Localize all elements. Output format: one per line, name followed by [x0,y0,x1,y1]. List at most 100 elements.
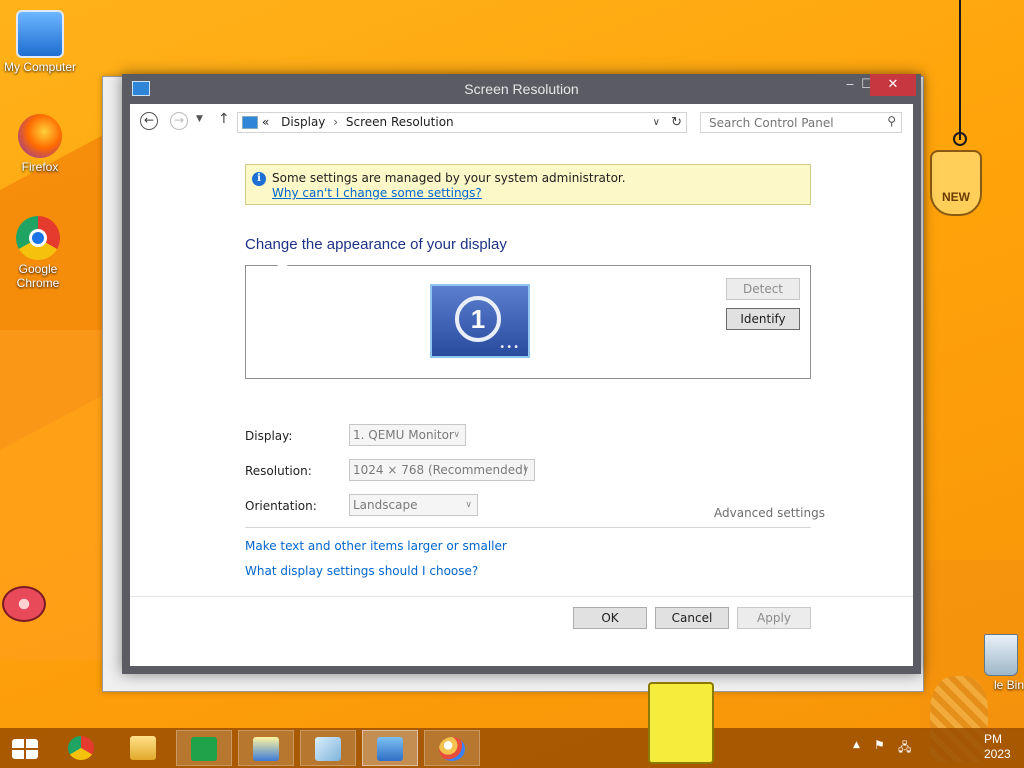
refresh-icon: ↻ [671,115,682,130]
firefox-icon [18,114,62,158]
chrome-icon [16,216,60,260]
taskbar-app-3[interactable] [300,730,356,766]
display-label: Display: [245,429,293,443]
windows-logo-icon [12,739,38,759]
address-history-dropdown[interactable]: ∨ [653,113,660,132]
breadcrumb-display[interactable]: Display [281,115,325,129]
folder-icon [130,736,156,760]
monitor-arrangement-area: 1 ••• Detect Identify [245,265,811,379]
recent-pages-dropdown[interactable]: ▼ [196,114,203,124]
desktop-icon-label: My Computer [3,60,77,74]
window-title: Screen Resolution [464,81,579,97]
desktop-icon-label: Google Chrome [16,262,60,290]
desktop-icon-label: Firefox [21,160,59,174]
clock[interactable]: PM 2023 [984,732,1011,762]
chevron-down-icon: ▼ [196,114,203,124]
app-icon [315,737,341,761]
chevron-down-icon: ∨ [465,500,472,510]
desktop-icon-label: le Bin [993,678,1024,692]
computer-icon [16,10,64,58]
desktop-icon-google-chrome[interactable]: Google Chrome [0,216,80,290]
address-bar[interactable]: « Display › Screen Resolution ∨ ↻ [237,112,687,133]
control-panel-icon [242,116,258,129]
page-title: Change the appearance of your display [245,236,507,253]
cancel-button[interactable]: Cancel [655,607,729,629]
show-hidden-icons-button[interactable]: ▲ [853,740,860,750]
clock-time: PM [984,732,1002,746]
identify-button[interactable]: Identify [726,308,800,330]
taskbar-store[interactable] [176,730,232,766]
spongebob-sticker-icon [648,682,714,764]
info-icon: i [252,172,266,186]
apply-button[interactable]: Apply [737,607,811,629]
breadcrumb-screen-resolution[interactable]: Screen Resolution [346,115,454,129]
window-content: ← → ▼ ↑ « Display › Screen Resolution ∨ … [130,104,913,666]
monitor-dots: ••• [499,342,520,353]
search-input[interactable] [707,115,881,131]
resolution-select[interactable]: 1024 × 768 (Recommended) ∨ [349,459,535,481]
search-icon[interactable]: ⚲ [887,114,896,128]
close-icon: ✕ [887,77,899,92]
chevron-down-icon: ∨ [522,465,529,475]
advanced-settings-link[interactable]: Advanced settings [714,506,825,520]
desktop-icon-my-computer[interactable]: My Computer [0,10,82,74]
resolution-label: Resolution: [245,464,312,478]
hanging-string [959,0,961,140]
start-button[interactable] [0,730,50,766]
admin-info-bar: i Some settings are managed by your syst… [245,164,811,205]
footer-divider [130,596,913,597]
hanging-ring [953,132,967,146]
action-center-flag-icon[interactable]: ⚑ [874,738,885,752]
taskbar-screen-resolution[interactable] [362,730,418,766]
section-divider [245,527,811,528]
resolution-select-value: 1024 × 768 (Recommended) [353,463,528,477]
paint-icon [439,737,465,761]
taskbar: ▲ ⚑ 🖧 PM 2023 [0,728,1024,768]
taskbar-paint[interactable] [424,730,480,766]
snail-sticker-icon [0,572,46,624]
orientation-label: Orientation: [245,499,317,513]
chevron-down-icon: ∨ [652,117,660,128]
store-icon [191,737,217,761]
app-icon [253,737,279,761]
chevron-down-icon: ∨ [453,430,460,440]
arrow-up-icon: ↑ [218,111,230,127]
arrow-right-icon: → [173,113,185,127]
display-select-value: 1. QEMU Monitor [353,428,454,442]
orientation-select[interactable]: Landscape ∨ [349,494,478,516]
back-button[interactable]: ← [140,112,158,130]
orientation-select-value: Landscape [353,498,418,512]
new-tag-text: NEW [942,190,970,204]
breadcrumb-separator: › [333,115,339,129]
taskbar-file-explorer[interactable] [116,730,172,766]
display-help-link[interactable]: What display settings should I choose? [245,564,478,578]
navigation-bar: ← → ▼ ↑ « Display › Screen Resolution ∨ … [130,104,913,140]
breadcrumb-overflow[interactable]: « [262,115,269,129]
close-button[interactable]: ✕ [870,74,916,96]
display-select[interactable]: 1. QEMU Monitor ∨ [349,424,466,446]
network-icon[interactable]: 🖧 [898,738,911,759]
title-bar[interactable]: Screen Resolution ‒ ☐ ✕ [122,74,921,104]
refresh-button[interactable]: ↻ [671,113,682,132]
detect-button[interactable]: Detect [726,278,800,300]
info-help-link[interactable]: Why can't I change some settings? [272,186,482,200]
display-settings-icon [377,737,403,761]
search-box[interactable]: ⚲ [700,112,902,133]
forward-button[interactable]: → [170,112,188,130]
ok-button[interactable]: OK [573,607,647,629]
monitor-1-icon[interactable]: 1 ••• [430,284,530,358]
desktop-icon-firefox[interactable]: Firefox [0,114,82,174]
new-tag-widget: NEW [930,150,982,216]
taskbar-app-2[interactable] [238,730,294,766]
recycle-bin-icon [984,634,1018,676]
chrome-icon [68,736,94,760]
monitor-number: 1 [455,296,501,342]
clock-date: 2023 [984,747,1011,761]
breadcrumb: « Display › Screen Resolution [262,113,454,132]
info-message: Some settings are managed by your system… [272,171,626,185]
text-size-link[interactable]: Make text and other items larger or smal… [245,539,507,553]
up-button[interactable]: ↑ [218,111,230,127]
taskbar-chrome[interactable] [54,730,110,766]
arrow-left-icon: ← [143,113,155,127]
screen-resolution-window: Screen Resolution ‒ ☐ ✕ ← → ▼ ↑ « Displa… [122,74,921,674]
